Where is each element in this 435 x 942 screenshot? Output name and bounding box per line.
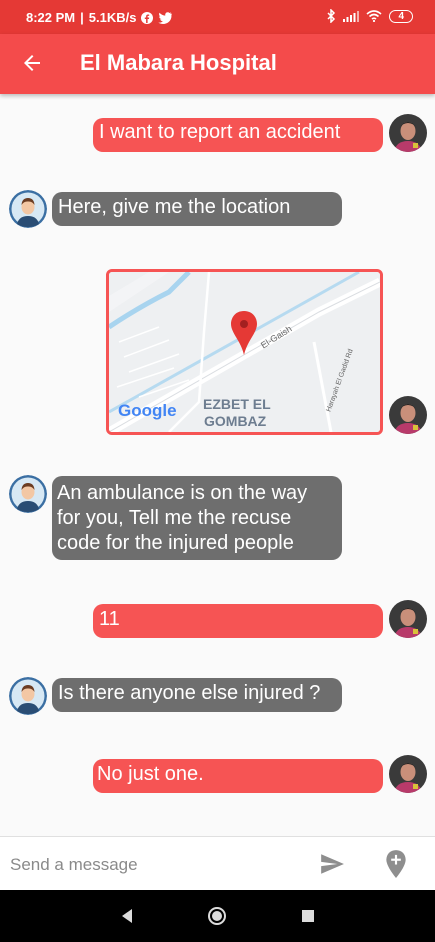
- page-title: El Mabara Hospital: [80, 50, 277, 75]
- bot-message-bubble: Is there anyone else injured ?: [52, 678, 342, 712]
- system-nav-bar: [0, 890, 435, 942]
- add-location-icon[interactable]: [383, 849, 409, 879]
- status-bar: 8:22 PM | 5.1KB/s 4: [0, 0, 435, 34]
- status-time: 8:22 PM: [26, 10, 76, 25]
- map-area-label-line2: GOMBAZ: [204, 413, 267, 429]
- send-icon[interactable]: [318, 851, 346, 877]
- message-text: No just one.: [97, 763, 204, 785]
- bot-avatar[interactable]: [9, 677, 47, 715]
- message-text: Here, give me the location: [58, 196, 291, 218]
- bot-avatar[interactable]: [9, 475, 47, 513]
- home-circle-icon[interactable]: [207, 906, 227, 926]
- user-message-bubble: 11: [93, 604, 383, 638]
- network-speed: 5.1KB/s: [88, 10, 137, 25]
- status-left: 8:22 PM | 5.1KB/s: [26, 10, 173, 25]
- arrow-left-icon[interactable]: [20, 51, 44, 75]
- message-text: 11: [99, 608, 120, 630]
- status-right: 4: [327, 9, 413, 23]
- twitter-icon: [158, 11, 173, 24]
- recents-square-icon[interactable]: [298, 906, 318, 926]
- facebook-icon: [141, 11, 154, 24]
- message-text-line: code for the injured people: [57, 532, 294, 554]
- user-avatar[interactable]: [389, 600, 427, 638]
- back-triangle-icon[interactable]: [118, 906, 138, 926]
- bluetooth-icon: [327, 9, 336, 23]
- user-avatar[interactable]: [389, 755, 427, 793]
- google-logo: Google: [118, 401, 177, 420]
- user-message-bubble: No just one.: [93, 759, 383, 793]
- app-bar: El Mabara Hospital: [0, 34, 435, 94]
- user-avatar[interactable]: [389, 114, 427, 152]
- map-area-label-line1: EZBET EL: [203, 396, 271, 412]
- message-text-line: An ambulance is on the way: [57, 482, 308, 504]
- bot-avatar[interactable]: [9, 190, 47, 228]
- map-preview[interactable]: El-Gaish Harayah El Gadid Rd EZBET EL GO…: [106, 269, 383, 435]
- battery-indicator: 4: [389, 9, 413, 23]
- signal-icon: [343, 11, 360, 22]
- message-input[interactable]: [8, 851, 292, 879]
- bot-message-bubble: An ambulance is on the way for you, Tell…: [52, 476, 342, 560]
- message-text: Is there anyone else injured ?: [58, 682, 321, 704]
- message-composer: [0, 836, 435, 891]
- bot-message-bubble: Here, give me the location: [52, 192, 342, 226]
- wifi-icon: [366, 10, 382, 22]
- status-separator: |: [80, 10, 84, 25]
- user-avatar[interactable]: [389, 396, 427, 434]
- message-text: I want to report an accident: [99, 121, 341, 143]
- user-message-bubble: I want to report an accident: [93, 118, 383, 152]
- message-text-line: for you, Tell me the recuse: [57, 507, 292, 529]
